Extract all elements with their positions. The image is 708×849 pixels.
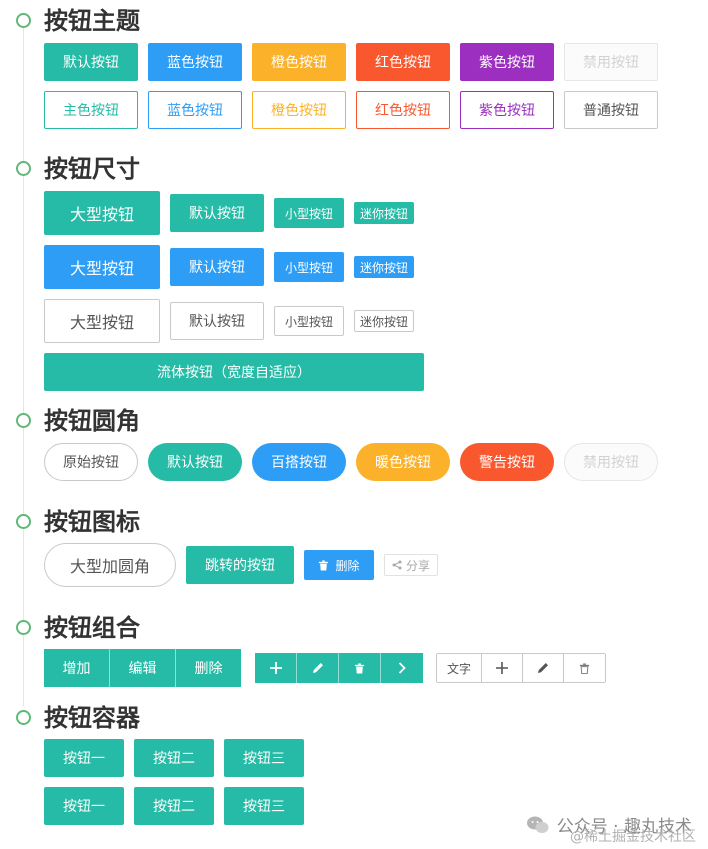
edit-button[interactable]: 编辑 [110, 649, 176, 687]
red-button[interactable]: 红色按钮 [356, 43, 450, 81]
mini-button[interactable]: 迷你按钮 [354, 202, 414, 224]
large-button[interactable]: 大型按钮 [44, 299, 160, 343]
container-button-two[interactable]: 按钮二 [134, 787, 214, 825]
wechat-icon [526, 816, 549, 834]
default-button[interactable]: 默认按钮 [44, 43, 138, 81]
container-button-one[interactable]: 按钮一 [44, 739, 124, 777]
jump-button[interactable]: 跳转的按钮 [186, 546, 294, 584]
watermark: 公众号 · 趣丸技术 @稀土掘金技术社区 [526, 812, 696, 845]
small-button[interactable]: 小型按钮 [274, 306, 344, 336]
timeline-dot [16, 710, 31, 725]
next-icon-button[interactable] [381, 653, 423, 683]
timeline-dot [16, 514, 31, 529]
add-icon-button[interactable] [255, 653, 297, 683]
orange-outline-button[interactable]: 橙色按钮 [252, 91, 346, 129]
container-button-one[interactable]: 按钮一 [44, 787, 124, 825]
large-round-button[interactable]: 大型加圆角 [44, 543, 176, 587]
delete-icon-button[interactable] [339, 653, 381, 683]
purple-outline-button[interactable]: 紫色按钮 [460, 91, 554, 129]
share-icon [392, 560, 402, 570]
trash-icon [579, 662, 590, 674]
disabled-round-button: 禁用按钮 [564, 443, 658, 481]
delete-button[interactable]: 删除 [304, 550, 374, 580]
share-button[interactable]: 分享 [384, 554, 438, 576]
plus-icon [269, 662, 282, 674]
plus-icon [496, 662, 508, 674]
blue-button[interactable]: 蓝色按钮 [148, 43, 242, 81]
timeline-dot [16, 161, 31, 176]
original-round-button[interactable]: 原始按钮 [44, 443, 138, 481]
warm-round-button[interactable]: 暖色按钮 [356, 443, 450, 481]
large-button[interactable]: 大型按钮 [44, 245, 160, 289]
red-outline-button[interactable]: 红色按钮 [356, 91, 450, 129]
container-button-three[interactable]: 按钮三 [224, 739, 304, 777]
button-group-plain: 文字 [436, 653, 606, 683]
timeline-line [23, 26, 24, 706]
edit-icon-button[interactable] [523, 654, 564, 682]
share-label: 分享 [405, 558, 430, 573]
large-button[interactable]: 大型按钮 [44, 191, 160, 235]
default-size-button[interactable]: 默认按钮 [170, 248, 264, 286]
fluid-button[interactable]: 流体按钮（宽度自适应） [44, 353, 424, 391]
pencil-icon [312, 662, 324, 674]
button-group-text: 增加 编辑 删除 [44, 649, 241, 687]
section-title-group: 按钮组合 [44, 614, 140, 642]
container-button-two[interactable]: 按钮二 [134, 739, 214, 777]
section-title-size: 按钮尺寸 [44, 155, 140, 183]
default-size-button[interactable]: 默认按钮 [170, 302, 264, 340]
small-button[interactable]: 小型按钮 [274, 198, 344, 228]
warning-round-button[interactable]: 警告按钮 [460, 443, 554, 481]
section-title-theme: 按钮主题 [44, 7, 140, 35]
mini-button[interactable]: 迷你按钮 [354, 310, 414, 332]
versatile-round-button[interactable]: 百搭按钮 [252, 443, 346, 481]
button-group-icons [255, 653, 423, 683]
timeline-dot [16, 413, 31, 428]
trash-icon [354, 662, 365, 674]
timeline-dot [16, 13, 31, 28]
edit-icon-button[interactable] [297, 653, 339, 683]
default-size-button[interactable]: 默认按钮 [170, 194, 264, 232]
primary-outline-button[interactable]: 主色按钮 [44, 91, 138, 129]
timeline-dot [16, 620, 31, 635]
disabled-button: 禁用按钮 [564, 43, 658, 81]
delete-label: 删除 [335, 558, 360, 573]
default-round-button[interactable]: 默认按钮 [148, 443, 242, 481]
delete-button[interactable]: 删除 [176, 649, 241, 687]
section-title-icon: 按钮图标 [44, 508, 140, 536]
add-button[interactable]: 增加 [44, 649, 110, 687]
blue-outline-button[interactable]: 蓝色按钮 [148, 91, 242, 129]
delete-icon-button[interactable] [564, 654, 605, 682]
mini-button[interactable]: 迷你按钮 [354, 256, 414, 278]
small-button[interactable]: 小型按钮 [274, 252, 344, 282]
chevron-right-icon [397, 662, 407, 674]
section-title-container: 按钮容器 [44, 704, 140, 732]
trash-icon [318, 559, 329, 571]
text-button[interactable]: 文字 [437, 654, 482, 682]
pencil-icon [537, 662, 549, 674]
section-title-radius: 按钮圆角 [44, 407, 140, 435]
add-icon-button[interactable] [482, 654, 523, 682]
watermark-sub: @稀土掘金技术社区 [570, 829, 696, 845]
purple-button[interactable]: 紫色按钮 [460, 43, 554, 81]
normal-button[interactable]: 普通按钮 [564, 91, 658, 129]
container-button-three[interactable]: 按钮三 [224, 787, 304, 825]
orange-button[interactable]: 橙色按钮 [252, 43, 346, 81]
